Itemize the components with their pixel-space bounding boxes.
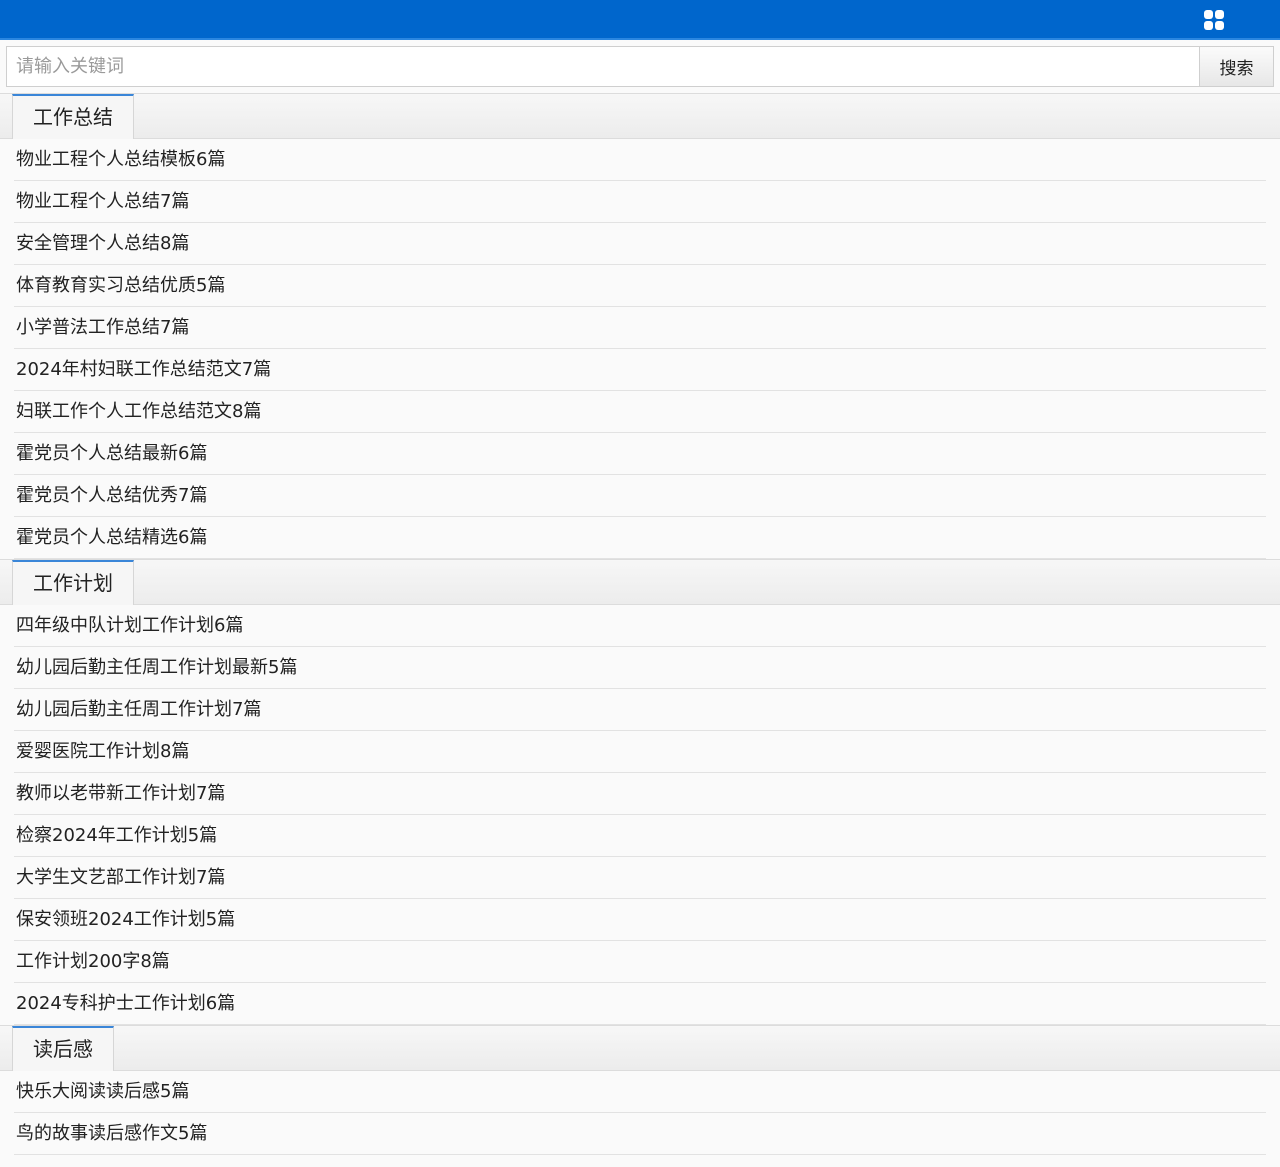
article-link[interactable]: 幼儿园后勤主任周工作计划7篇 bbox=[16, 699, 261, 720]
section-work-summary: 工作总结 物业工程个人总结模板6篇 物业工程个人总结7篇 安全管理个人总结8篇 … bbox=[0, 93, 1280, 559]
article-link[interactable]: 鸟的故事读后感作文5篇 bbox=[16, 1123, 207, 1144]
article-link[interactable]: 物业工程个人总结7篇 bbox=[16, 191, 189, 212]
article-link[interactable]: 妇联工作个人工作总结范文8篇 bbox=[16, 401, 261, 422]
list-item: 幼儿园后勤主任周工作计划7篇 bbox=[14, 689, 1266, 731]
list-item: 物业工程个人总结7篇 bbox=[14, 181, 1266, 223]
grid-icon[interactable] bbox=[1203, 9, 1225, 31]
list-item: 霍党员个人总结最新6篇 bbox=[14, 433, 1266, 475]
search-input[interactable] bbox=[6, 46, 1200, 87]
article-link[interactable]: 霍党员个人总结最新6篇 bbox=[16, 443, 207, 464]
article-link[interactable]: 2024年村妇联工作总结范文7篇 bbox=[16, 359, 271, 380]
section-reading-notes: 读后感 快乐大阅读读后感5篇 鸟的故事读后感作文5篇 bbox=[0, 1025, 1280, 1155]
list-item: 安全管理个人总结8篇 bbox=[14, 223, 1266, 265]
list-item: 保安领班2024工作计划5篇 bbox=[14, 899, 1266, 941]
list-item: 妇联工作个人工作总结范文8篇 bbox=[14, 391, 1266, 433]
tab-work-summary[interactable]: 工作总结 bbox=[12, 94, 134, 139]
list-item: 物业工程个人总结模板6篇 bbox=[14, 139, 1266, 181]
search-button[interactable]: 搜索 bbox=[1199, 46, 1274, 87]
list-item: 检察2024年工作计划5篇 bbox=[14, 815, 1266, 857]
list-item: 教师以老带新工作计划7篇 bbox=[14, 773, 1266, 815]
article-link[interactable]: 物业工程个人总结模板6篇 bbox=[16, 149, 225, 170]
list-item: 幼儿园后勤主任周工作计划最新5篇 bbox=[14, 647, 1266, 689]
article-link[interactable]: 幼儿园后勤主任周工作计划最新5篇 bbox=[16, 657, 297, 678]
article-link[interactable]: 2024专科护士工作计划6篇 bbox=[16, 993, 235, 1014]
article-link[interactable]: 四年级中队计划工作计划6篇 bbox=[16, 615, 243, 636]
list-item: 鸟的故事读后感作文5篇 bbox=[14, 1113, 1266, 1155]
list-item: 霍党员个人总结优秀7篇 bbox=[14, 475, 1266, 517]
article-link[interactable]: 霍党员个人总结优秀7篇 bbox=[16, 485, 207, 506]
article-link[interactable]: 保安领班2024工作计划5篇 bbox=[16, 909, 235, 930]
article-link[interactable]: 教师以老带新工作计划7篇 bbox=[16, 783, 225, 804]
section-work-plan: 工作计划 四年级中队计划工作计划6篇 幼儿园后勤主任周工作计划最新5篇 幼儿园后… bbox=[0, 559, 1280, 1025]
section-header: 读后感 bbox=[0, 1025, 1280, 1071]
list-item: 小学普法工作总结7篇 bbox=[14, 307, 1266, 349]
list-item: 工作计划200字8篇 bbox=[14, 941, 1266, 983]
section-header: 工作总结 bbox=[0, 93, 1280, 139]
article-link[interactable]: 工作计划200字8篇 bbox=[16, 951, 170, 972]
tab-reading-notes[interactable]: 读后感 bbox=[12, 1026, 114, 1071]
list-item: 体育教育实习总结优质5篇 bbox=[14, 265, 1266, 307]
section-header: 工作计划 bbox=[0, 559, 1280, 605]
article-link[interactable]: 大学生文艺部工作计划7篇 bbox=[16, 867, 225, 888]
article-link[interactable]: 快乐大阅读读后感5篇 bbox=[16, 1081, 189, 1102]
list-item: 2024年村妇联工作总结范文7篇 bbox=[14, 349, 1266, 391]
article-link[interactable]: 体育教育实习总结优质5篇 bbox=[16, 275, 225, 296]
top-bar bbox=[0, 0, 1280, 40]
tab-work-plan[interactable]: 工作计划 bbox=[12, 560, 134, 605]
search-bar: 搜索 bbox=[6, 46, 1274, 87]
article-link[interactable]: 小学普法工作总结7篇 bbox=[16, 317, 189, 338]
article-link[interactable]: 检察2024年工作计划5篇 bbox=[16, 825, 217, 846]
list-item: 爱婴医院工作计划8篇 bbox=[14, 731, 1266, 773]
list-item: 四年级中队计划工作计划6篇 bbox=[14, 605, 1266, 647]
list-item: 快乐大阅读读后感5篇 bbox=[14, 1071, 1266, 1113]
article-list: 快乐大阅读读后感5篇 鸟的故事读后感作文5篇 bbox=[0, 1071, 1280, 1155]
article-link[interactable]: 安全管理个人总结8篇 bbox=[16, 233, 189, 254]
article-link[interactable]: 爱婴医院工作计划8篇 bbox=[16, 741, 189, 762]
list-item: 大学生文艺部工作计划7篇 bbox=[14, 857, 1266, 899]
list-item: 霍党员个人总结精选6篇 bbox=[14, 517, 1266, 559]
article-list: 四年级中队计划工作计划6篇 幼儿园后勤主任周工作计划最新5篇 幼儿园后勤主任周工… bbox=[0, 605, 1280, 1025]
article-link[interactable]: 霍党员个人总结精选6篇 bbox=[16, 527, 207, 548]
article-list: 物业工程个人总结模板6篇 物业工程个人总结7篇 安全管理个人总结8篇 体育教育实… bbox=[0, 139, 1280, 559]
list-item: 2024专科护士工作计划6篇 bbox=[14, 983, 1266, 1025]
